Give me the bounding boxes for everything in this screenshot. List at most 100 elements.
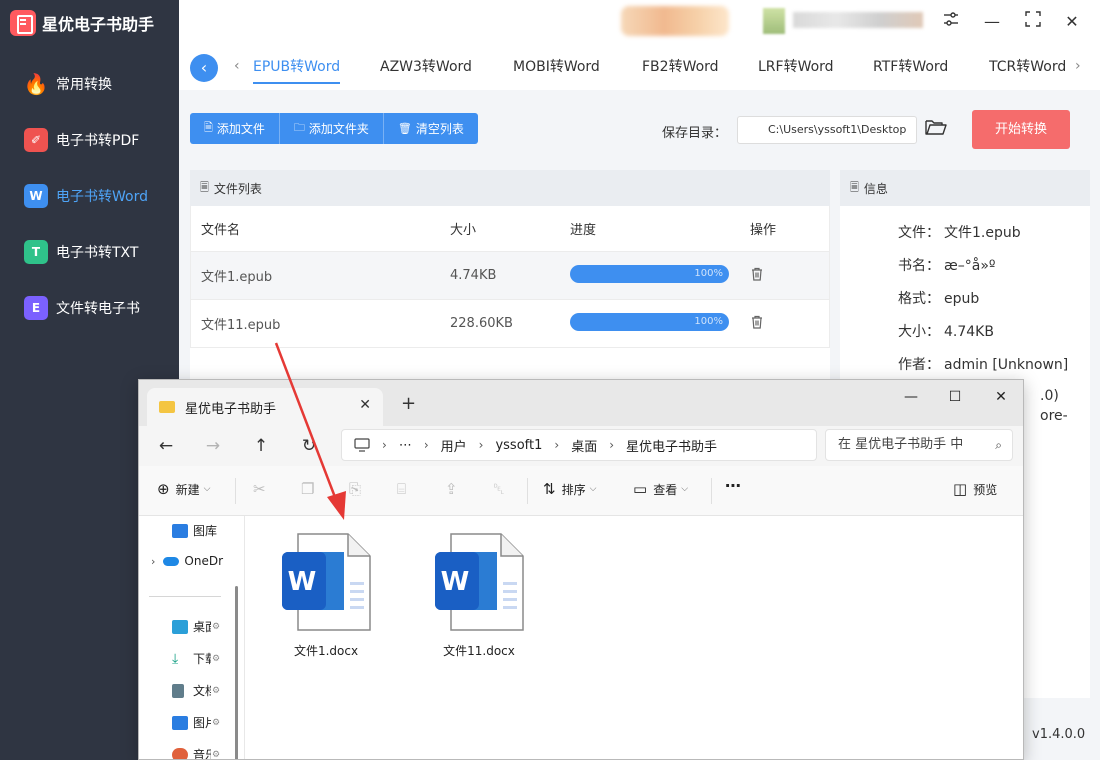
pin-icon: ⚙: [212, 621, 221, 632]
save-dir-input[interactable]: C:\Users\yssoft1\Desktop: [737, 116, 917, 144]
address-bar[interactable]: › ⋯ › 用户 › yssoft1 › 桌面 › 星优电子书助手: [341, 429, 817, 461]
format-tab-bar: ‹ ‹ EPUB转Word AZW3转Word MOBI转Word FB2转Wo…: [179, 46, 1100, 90]
start-convert-button[interactable]: 开始转换: [972, 110, 1070, 149]
nav-item-pictures[interactable]: 图片⚙: [172, 714, 220, 731]
search-placeholder: 在 星优电子书助手 中: [838, 437, 964, 452]
divider: [527, 478, 528, 504]
pin-icon: ⚙: [212, 653, 221, 664]
maximize-icon[interactable]: ☐: [941, 386, 969, 408]
nav-item-desktop[interactable]: 桌面⚙: [172, 618, 220, 635]
list-icon: 🗏: [200, 180, 209, 194]
info-row-author: 作者： admin [Unknown]: [898, 354, 1068, 374]
table-row[interactable]: 文件1.epub 4.74KB 100%: [190, 252, 830, 300]
share-icon[interactable]: ⇪: [445, 480, 464, 498]
preview-button[interactable]: ◫ 预览: [953, 480, 997, 498]
pin-icon: ⚙: [212, 749, 221, 760]
tab-lrf-to-word[interactable]: LRF转Word: [758, 56, 834, 76]
new-tab-icon[interactable]: +: [401, 393, 416, 414]
nav-item-gallery[interactable]: 图库: [172, 522, 217, 539]
tab-scroll-left-icon[interactable]: ‹: [234, 58, 240, 74]
more-options-icon[interactable]: ⋯: [725, 476, 741, 495]
explorer-tab-title: 星优电子书助手: [185, 401, 277, 417]
delete-icon[interactable]: ␡: [493, 480, 511, 498]
close-icon[interactable]: ✕: [1060, 10, 1084, 34]
column-header-progress: 进度: [570, 223, 597, 238]
tab-epub-to-word[interactable]: EPUB转Word: [253, 56, 341, 84]
cut-icon[interactable]: ✂: [253, 480, 272, 498]
paste-icon[interactable]: ⎘: [349, 480, 367, 498]
sidebar-item-file-to-ebook[interactable]: E 文件转电子书: [0, 287, 179, 329]
maximize-icon[interactable]: [1021, 10, 1045, 34]
copy-icon[interactable]: ❐: [301, 480, 320, 498]
tab-tcr-to-word[interactable]: TCR转Word: [989, 56, 1067, 76]
explorer-command-bar: ⊕ 新建 ⌵ ✂ ❐ ⎘ ⌸ ⇪ ␡ ⇅ 排序 ⌵ ▭ 查看 ⌵ ⋯ ◫ 预览: [139, 466, 1023, 516]
breadcrumb-desktop[interactable]: 桌面: [571, 436, 597, 455]
tab-scroll-right-icon[interactable]: ›: [1075, 58, 1081, 74]
sidebar-item-ebook-to-txt[interactable]: T 电子书转TXT: [0, 231, 179, 273]
up-icon[interactable]: ↑: [247, 432, 275, 460]
nav-item-onedrive[interactable]: › OneDr: [151, 554, 223, 568]
nav-item-downloads[interactable]: ⤓ 下载⚙: [172, 650, 220, 667]
breadcrumb-user[interactable]: yssoft1: [495, 438, 542, 453]
chevron-down-icon: ⌵: [589, 484, 597, 494]
tab-fb2-to-word[interactable]: FB2转Word: [642, 56, 719, 76]
view-button[interactable]: ▭ 查看 ⌵: [633, 480, 688, 498]
minimize-icon[interactable]: —: [897, 386, 925, 408]
breadcrumb-folder[interactable]: 星优电子书助手: [626, 436, 717, 455]
tab-rtf-to-word[interactable]: RTF转Word: [873, 56, 948, 76]
nav-label: 音乐: [193, 748, 211, 760]
nav-pane-scrollbar[interactable]: [235, 586, 238, 759]
documents-icon: [172, 683, 184, 698]
sidebar-item-common[interactable]: 🔥 常用转换: [0, 63, 179, 105]
file-name: 文件1.epub: [201, 270, 273, 285]
chevron-right-icon: ›: [382, 438, 387, 452]
table-row[interactable]: 文件11.epub 228.60KB 100%: [190, 300, 830, 348]
delete-icon[interactable]: [750, 267, 764, 281]
nav-item-music[interactable]: 音乐⚙: [172, 746, 221, 760]
minimize-icon[interactable]: —: [980, 10, 1004, 34]
explorer-title-bar: 星优电子书助手 ✕ + — ☐ ✕: [139, 380, 1023, 426]
info-key: 书名：: [898, 258, 940, 274]
info-partial-text: ore-: [1040, 408, 1068, 424]
column-header-action: 操作: [750, 223, 777, 238]
back-arrow-icon[interactable]: ‹: [190, 54, 218, 82]
breadcrumb-users[interactable]: 用户: [441, 436, 467, 455]
delete-icon[interactable]: [750, 315, 764, 329]
nav-item-documents[interactable]: 文档⚙: [172, 682, 220, 699]
refresh-icon[interactable]: ↻: [295, 432, 323, 460]
progress-cell: 100%: [570, 264, 750, 287]
file-item[interactable]: W 文件11.docx: [424, 530, 534, 659]
sort-button[interactable]: ⇅ 排序 ⌵: [543, 480, 596, 498]
sidebar-item-ebook-to-word[interactable]: W 电子书转Word: [0, 175, 179, 217]
sidebar-item-ebook-to-pdf[interactable]: ✐ 电子书转PDF: [0, 119, 179, 161]
sidebar-item-label: 文件转电子书: [56, 301, 140, 317]
forward-icon[interactable]: →: [199, 432, 227, 460]
file-button-group: 🗎 添加文件 🗀 添加文件夹 🗑 清空列表: [190, 113, 478, 144]
explorer-search-input[interactable]: 在 星优电子书助手 中 ⌕: [825, 429, 1013, 461]
close-icon[interactable]: ✕: [987, 386, 1015, 408]
settings-sliders-icon[interactable]: [939, 10, 963, 34]
add-file-button[interactable]: 🗎 添加文件: [190, 113, 280, 144]
tab-azw3-to-word[interactable]: AZW3转Word: [380, 56, 472, 76]
sort-icon: ⇅: [543, 480, 556, 498]
close-tab-icon[interactable]: ✕: [359, 397, 371, 413]
word-icon: W: [24, 184, 48, 208]
gallery-icon: [172, 523, 188, 538]
rename-icon[interactable]: ⌸: [397, 480, 412, 498]
toolbar: 🗎 添加文件 🗀 添加文件夹 🗑 清空列表 保存目录： C:\Users\yss…: [179, 90, 1100, 170]
overflow-dots-icon[interactable]: ⋯: [399, 438, 412, 453]
app-title: 星优电子书助手: [42, 15, 155, 34]
new-button[interactable]: ⊕ 新建 ⌵: [157, 480, 210, 498]
add-folder-button[interactable]: 🗀 添加文件夹: [279, 113, 384, 144]
file-item[interactable]: W 文件1.docx: [271, 530, 381, 659]
tab-mobi-to-word[interactable]: MOBI转Word: [513, 56, 600, 76]
progress-cell: 100%: [570, 312, 750, 335]
clear-list-button[interactable]: 🗑 清空列表: [383, 113, 478, 144]
plus-circle-icon: ⊕: [157, 480, 170, 498]
back-icon[interactable]: ←: [152, 432, 180, 460]
info-value: 文件1.epub: [944, 225, 1021, 241]
explorer-tab[interactable]: 星优电子书助手 ✕: [147, 388, 383, 426]
file-name: 文件1.docx: [293, 644, 359, 658]
flame-icon: 🔥: [23, 72, 49, 96]
open-folder-icon[interactable]: [925, 118, 949, 140]
